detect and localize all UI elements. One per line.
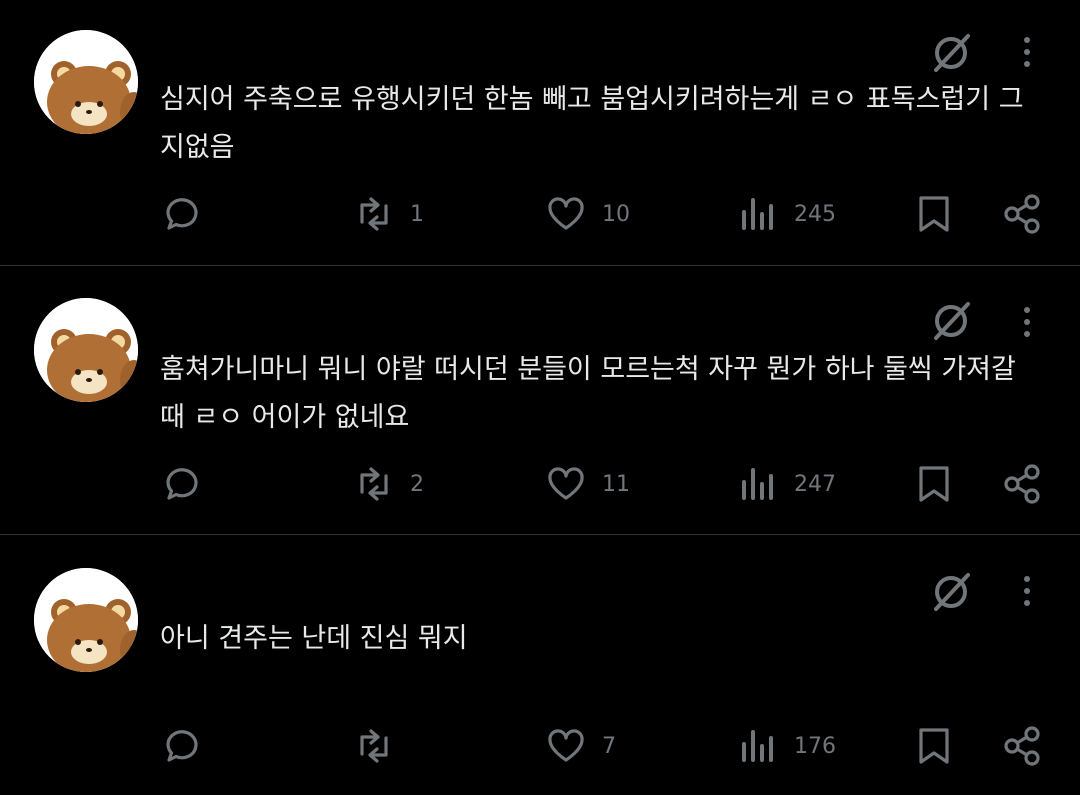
share-button[interactable] xyxy=(1000,192,1044,236)
more-vertical-icon[interactable] xyxy=(1012,302,1042,342)
rilakkuma-avatar-image xyxy=(34,30,138,134)
share-icon xyxy=(1004,194,1040,234)
bookmark-icon xyxy=(919,466,949,502)
retweet-count: 1 xyxy=(410,201,424,227)
bookmark-icon xyxy=(919,196,949,232)
retweet-icon xyxy=(360,729,388,763)
retweet-button[interactable]: 2 xyxy=(352,462,424,506)
like-count: 7 xyxy=(602,733,616,759)
like-count: 11 xyxy=(602,471,630,497)
reply-button[interactable] xyxy=(160,462,204,506)
post-text: 훔쳐가니마니 뭐니 야랄 떠시던 분들이 모르는척 자꾸 뭔가 하나 둘씩 가져… xyxy=(160,354,1016,433)
views-count: 247 xyxy=(794,471,836,497)
bookmark-button[interactable] xyxy=(912,724,956,768)
heart-icon xyxy=(548,467,584,500)
retweet-button[interactable] xyxy=(352,724,410,768)
like-button[interactable]: 10 xyxy=(544,192,630,236)
heart-icon xyxy=(548,197,584,230)
bookmark-button[interactable] xyxy=(912,192,956,236)
like-count: 10 xyxy=(602,201,630,227)
views-icon xyxy=(742,730,773,762)
reply-icon xyxy=(166,730,198,762)
post-1[interactable]: 심지어 주축으로 유행시키던 한놈 빼고 붐업시키려하는게 ㄹㅇ 표독스럽기 그… xyxy=(0,0,1080,265)
avatar[interactable] xyxy=(34,298,138,402)
share-icon xyxy=(1004,464,1040,504)
retweet-button[interactable]: 1 xyxy=(352,192,424,236)
views-count: 245 xyxy=(794,201,836,227)
more-vertical-icon[interactable] xyxy=(1012,32,1042,72)
reply-icon xyxy=(166,198,198,230)
share-button[interactable] xyxy=(1000,462,1044,506)
post-3[interactable]: 아니 견주는 난데 진심 뭐지 7 176 xyxy=(0,535,1080,795)
share-icon xyxy=(1004,726,1040,766)
reply-button[interactable] xyxy=(160,724,204,768)
post-2[interactable]: 훔쳐가니마니 뭐니 야랄 떠시던 분들이 모르는척 자꾸 뭔가 하나 둘씩 가져… xyxy=(0,266,1080,534)
views-icon xyxy=(742,468,773,500)
reply-icon xyxy=(166,468,198,500)
like-button[interactable]: 7 xyxy=(544,724,616,768)
bookmark-button[interactable] xyxy=(912,462,956,506)
retweet-icon xyxy=(360,197,388,231)
views-button[interactable]: 245 xyxy=(736,192,836,236)
retweet-icon xyxy=(360,467,388,501)
views-icon xyxy=(742,198,773,230)
more-vertical-icon[interactable] xyxy=(1012,571,1042,611)
views-button[interactable]: 247 xyxy=(736,462,836,506)
grok-icon[interactable] xyxy=(928,569,974,615)
bookmark-icon xyxy=(919,728,949,764)
like-button[interactable]: 11 xyxy=(544,462,630,506)
views-count: 176 xyxy=(794,733,836,759)
rilakkuma-avatar-image xyxy=(34,568,138,672)
rilakkuma-avatar-image xyxy=(34,298,138,402)
post-text: 심지어 주축으로 유행시키던 한놈 빼고 붐업시키려하는게 ㄹㅇ 표독스럽기 그… xyxy=(160,84,1024,163)
heart-icon xyxy=(548,729,584,762)
grok-icon[interactable] xyxy=(928,298,974,344)
retweet-count: 2 xyxy=(410,471,424,497)
share-button[interactable] xyxy=(1000,724,1044,768)
avatar[interactable] xyxy=(34,30,138,134)
grok-icon[interactable] xyxy=(928,30,974,76)
post-text: 아니 견주는 난데 진심 뭐지 xyxy=(160,623,468,654)
reply-button[interactable] xyxy=(160,192,204,236)
views-button[interactable]: 176 xyxy=(736,724,836,768)
avatar[interactable] xyxy=(34,568,138,672)
